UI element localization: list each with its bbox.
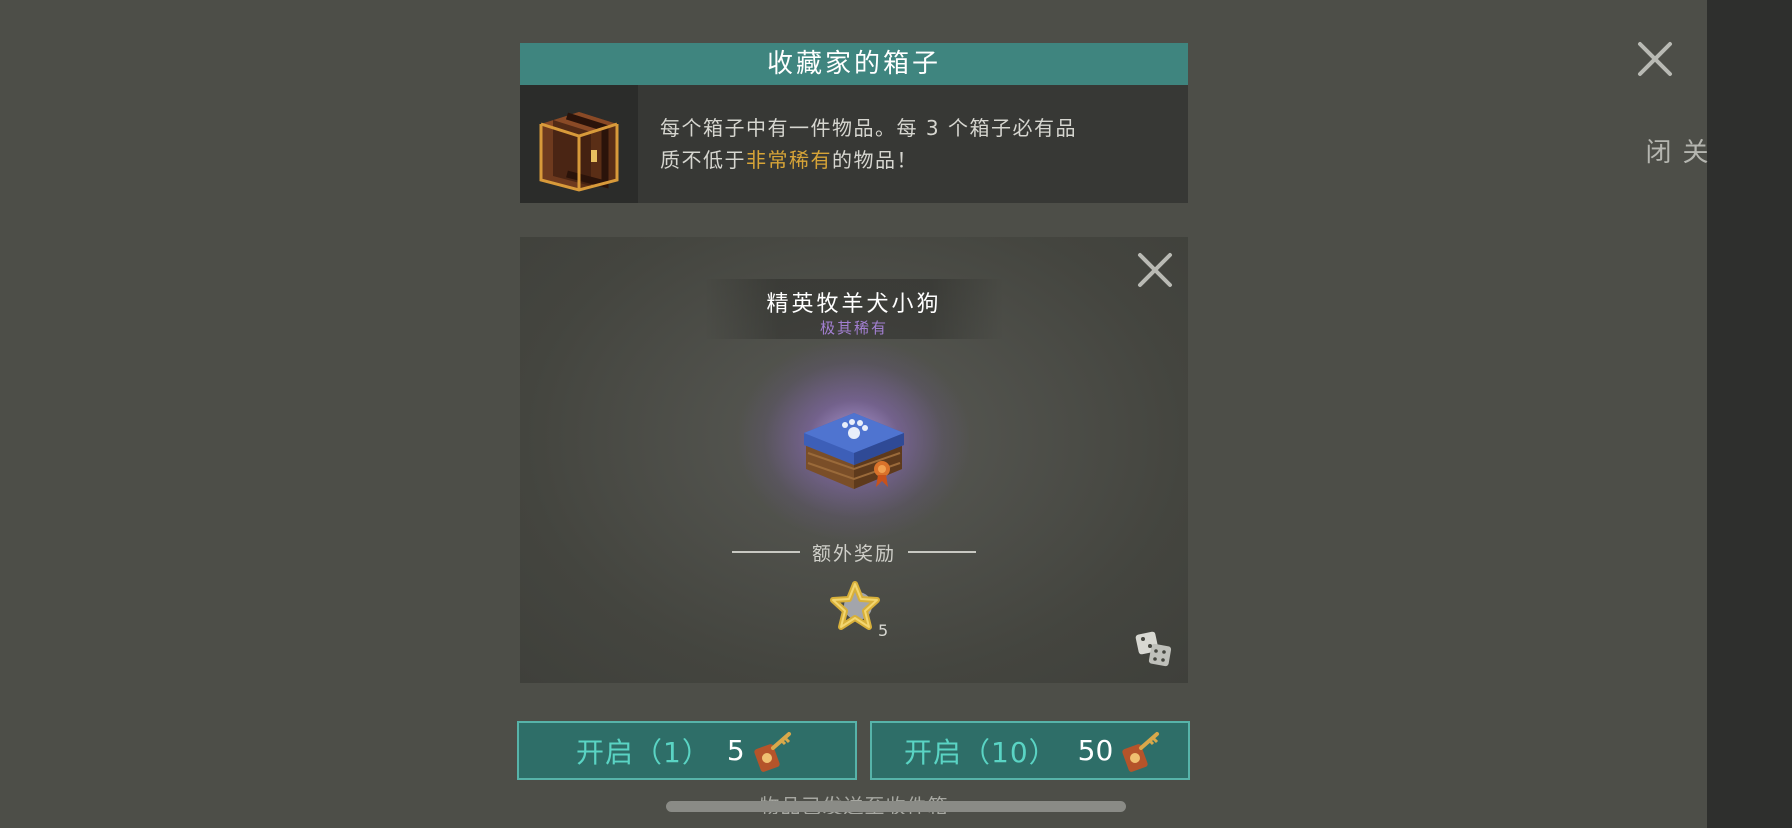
item-rarity: 极其稀有	[819, 319, 888, 337]
description-line-1: 每个箱子中有一件物品。每 3 个箱子必有品	[660, 116, 1077, 140]
item-name: 精英牧羊犬小狗	[766, 292, 942, 317]
reward-panel: 精英牧羊犬小狗 极其稀有 额外奖励 5	[520, 237, 1188, 683]
key-tag-icon	[1122, 731, 1160, 772]
golden-star-token-icon	[830, 581, 880, 630]
description-text: 质不低于	[660, 148, 746, 172]
chest-title: 收藏家的箱子	[520, 43, 1188, 85]
chest-description: 每个箱子中有一件物品。每 3 个箱子必有品 质不低于非常稀有的物品！	[520, 85, 1188, 176]
divider	[732, 551, 800, 553]
bonus-count: 5	[878, 621, 889, 640]
description-line-2: 质不低于非常稀有的物品！	[660, 144, 1188, 176]
close-icon	[1638, 42, 1672, 76]
close-button[interactable]: 关闭	[1630, 36, 1708, 176]
close-icon[interactable]	[1136, 251, 1174, 289]
open-one-button[interactable]: 开启（1） 5	[517, 721, 857, 780]
dog-bed-box-icon	[804, 413, 904, 489]
key-tag-icon	[754, 731, 791, 772]
divider	[908, 551, 976, 553]
open-ten-button[interactable]: 开启（10） 50	[870, 721, 1190, 780]
close-label: 关闭	[1641, 138, 1708, 168]
chest-open-screen: 关闭 收藏家的箱子 每个箱子中有一件物品。每 3 个箱子必有品 质不低于非常稀有…	[0, 0, 1792, 828]
chest-info-card: 收藏家的箱子 每个箱子中有一件物品。每 3 个箱子必有品 质不低于非常稀有的物品…	[520, 43, 1188, 203]
open-ten-label: 开启（10）	[904, 735, 1058, 769]
bonus-label: 额外奖励	[811, 543, 896, 565]
rarity-highlight: 非常稀有	[746, 148, 832, 172]
open-one-label: 开启（1）	[576, 735, 711, 769]
description-text-end: 的物品！	[832, 148, 918, 172]
home-indicator-bar[interactable]	[666, 801, 1126, 812]
open-one-price: 5	[726, 734, 745, 767]
right-side-strip	[1707, 0, 1792, 828]
dice-icon[interactable]	[1134, 629, 1174, 669]
open-ten-price: 50	[1077, 734, 1114, 767]
